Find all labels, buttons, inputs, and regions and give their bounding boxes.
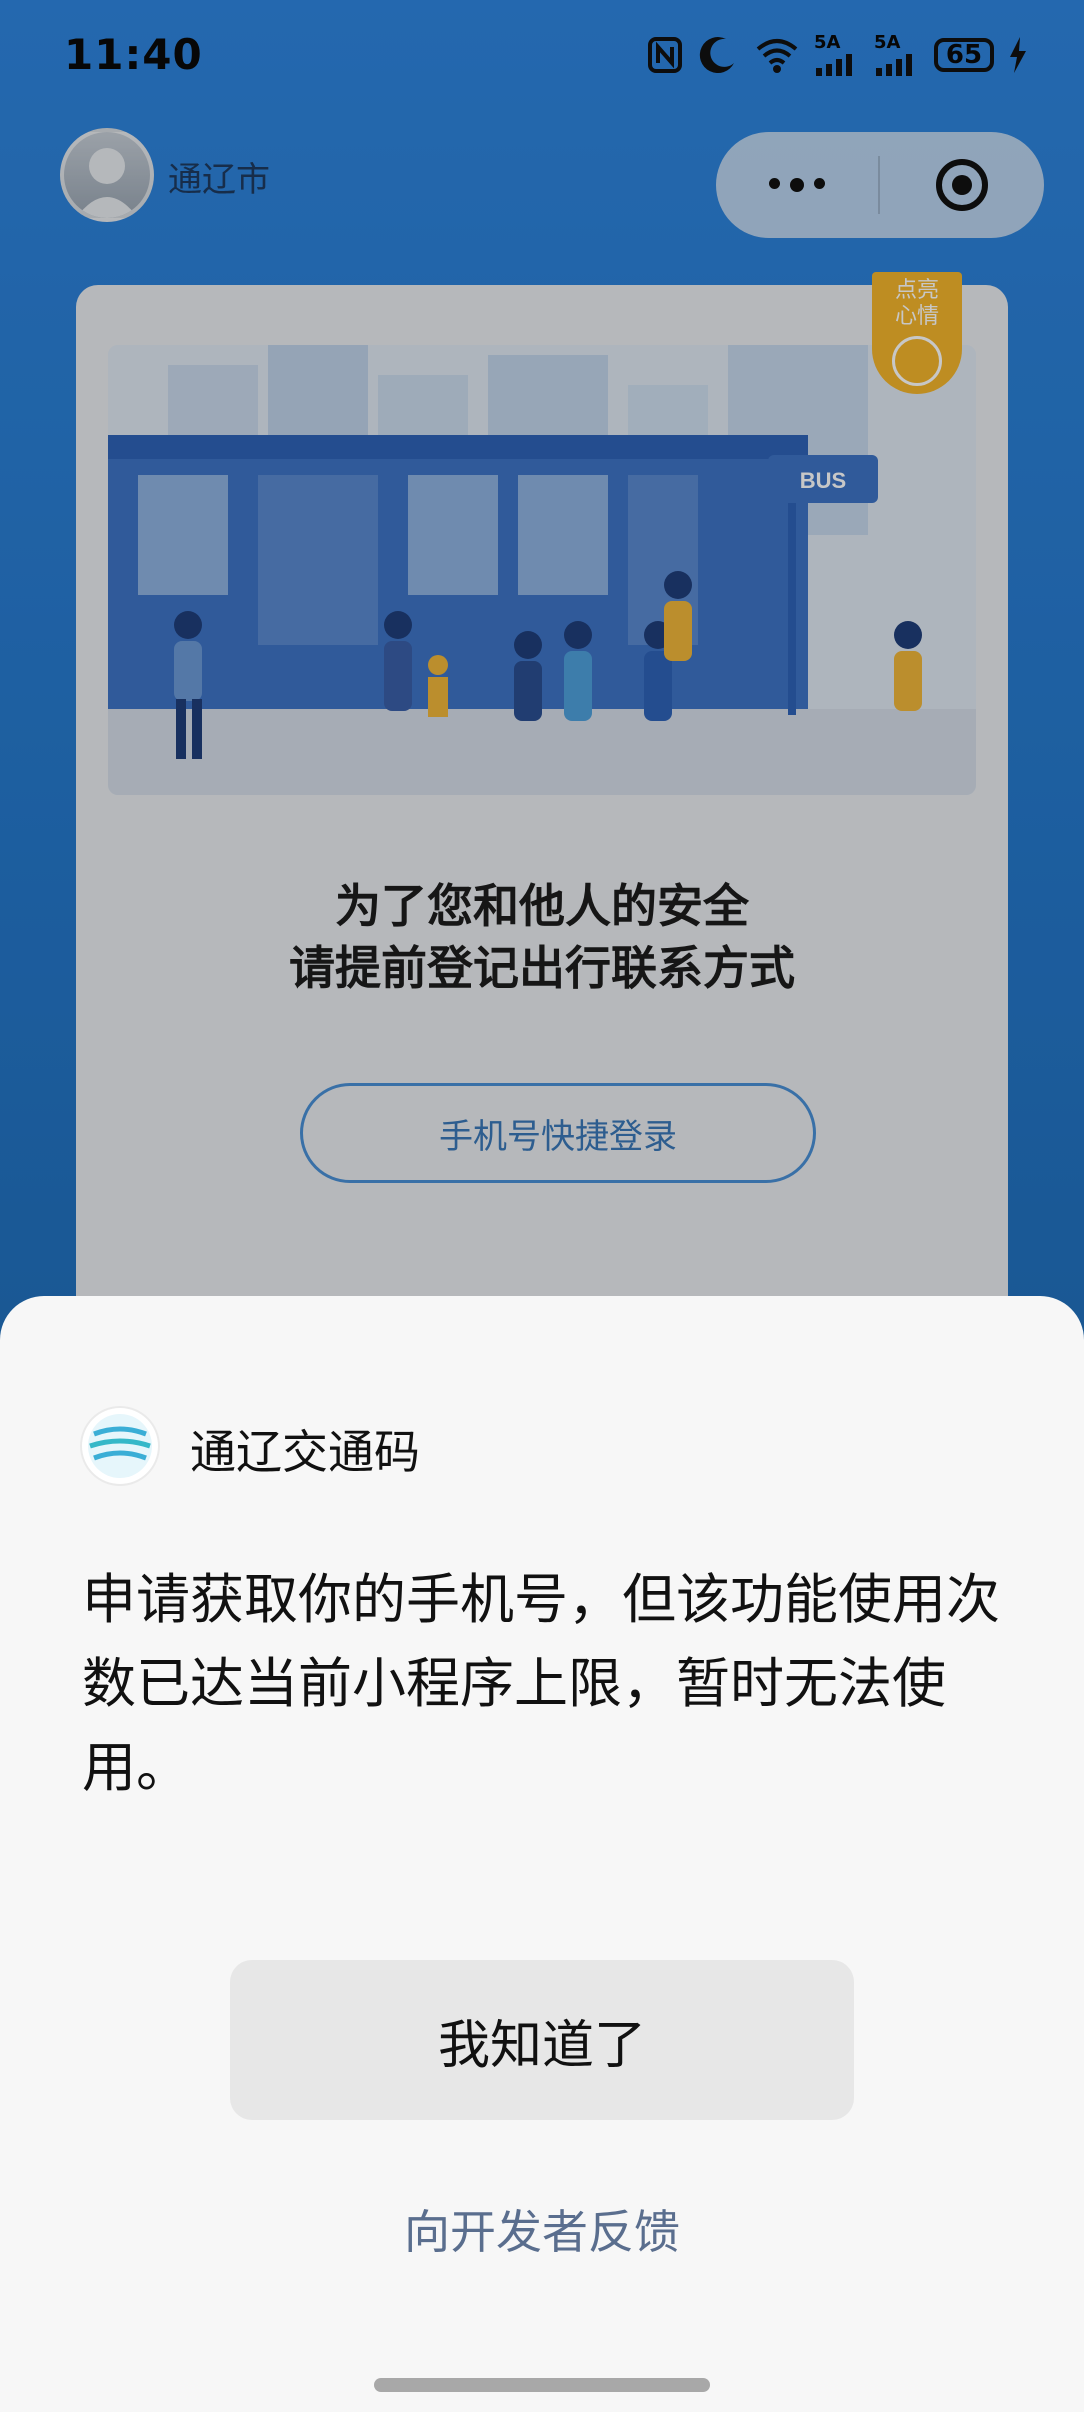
permission-sheet: 通辽交通码 申请获取你的手机号，但该功能使用次数已达当前小程序上限，暂时无法使用… [0, 1296, 1084, 2412]
acknowledge-button[interactable]: 我知道了 [230, 1960, 854, 2120]
app-logo-icon [82, 1408, 158, 1484]
app-name: 通辽交通码 [190, 1425, 420, 1479]
home-indicator[interactable] [374, 2378, 710, 2392]
sheet-message: 申请获取你的手机号，但该功能使用次数已达当前小程序上限，暂时无法使用。 [82, 1568, 1000, 1799]
developer-feedback-link[interactable]: 向开发者反馈 [0, 2196, 1084, 2262]
